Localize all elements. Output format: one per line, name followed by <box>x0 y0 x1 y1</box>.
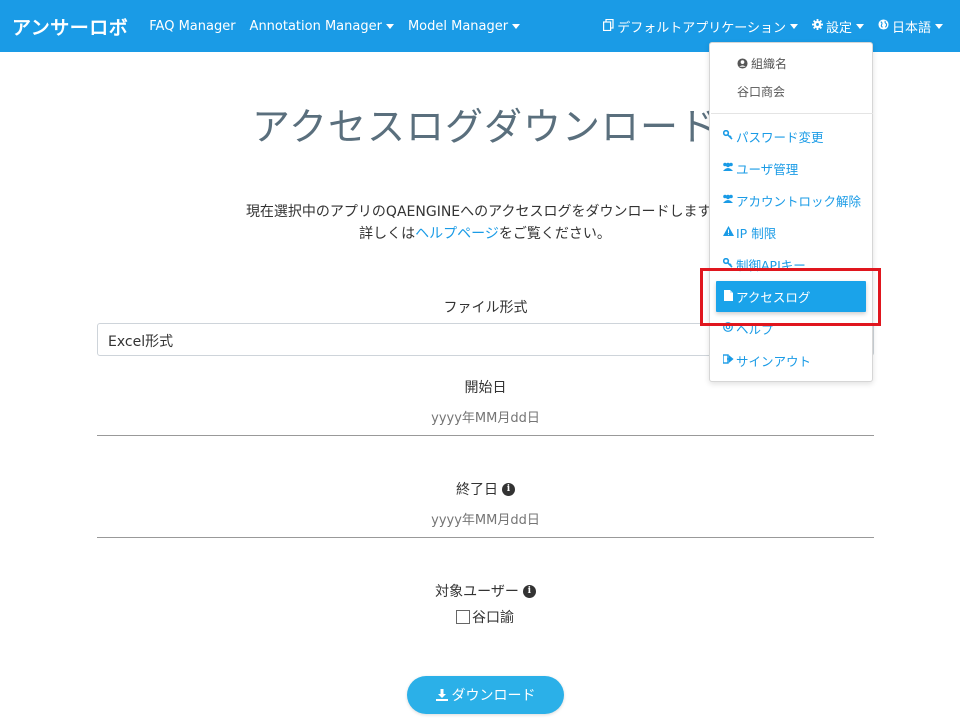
start-date-input[interactable] <box>97 406 874 436</box>
nav-annotation-manager[interactable]: Annotation Manager <box>250 19 394 34</box>
info-icon[interactable]: i <box>522 584 536 598</box>
language-label: 日本語 <box>891 20 931 36</box>
help-page-link[interactable]: ヘルプページ <box>415 226 499 242</box>
globe-icon <box>878 19 889 33</box>
download-icon <box>435 689 448 701</box>
caret-down-icon <box>935 23 943 29</box>
dropdown-divider <box>711 113 873 114</box>
org-name: 谷口商会 <box>737 85 786 99</box>
end-date-label-text: 終了日 <box>456 482 498 498</box>
menu-item-user-management[interactable]: ユーザ管理 <box>722 159 867 178</box>
download-button-label: ダウンロード <box>451 688 536 704</box>
gear-icon <box>811 19 823 33</box>
menu-item-ip-restriction[interactable]: IP 制限 <box>722 223 867 242</box>
settings-menu[interactable]: 設定 <box>811 17 864 36</box>
nav-model-manager[interactable]: Model Manager <box>407 18 521 34</box>
download-button[interactable]: ダウンロード <box>407 676 564 714</box>
settings-dropdown: 組織名 谷口商会 パスワード変更 ユーザ管理 アカウントロック解除 IP 制限 … <box>709 42 873 382</box>
language-menu[interactable]: 日本語 <box>878 17 943 36</box>
end-date-label: 終了日 i <box>97 479 874 499</box>
caret-down-icon <box>855 23 864 29</box>
menu-item-password-change[interactable]: パスワード変更 <box>722 127 867 146</box>
key-icon <box>722 129 734 143</box>
users-icon <box>722 162 734 175</box>
nav-annotation-manager-label: Annotation Manager <box>249 18 382 34</box>
app-selector-label: デフォルトアプリケーション <box>617 20 786 36</box>
user-checkbox[interactable] <box>456 610 470 624</box>
nav-faq-manager[interactable]: FAQ Manager <box>149 19 235 34</box>
caret-down-icon <box>385 23 394 29</box>
brand-logo[interactable]: アンサーロボ <box>12 13 128 40</box>
user-circle-icon <box>737 58 748 69</box>
target-user-label: 対象ユーザー i <box>97 581 874 601</box>
caret-down-icon <box>789 23 798 29</box>
menu-item-label: アカウントロック解除 <box>736 194 862 209</box>
description-prefix: 詳しくは <box>359 226 416 242</box>
info-icon[interactable]: i <box>502 482 515 496</box>
settings-label: 設定 <box>825 20 852 36</box>
warning-icon <box>722 226 734 239</box>
menu-item-label: IP 制限 <box>736 226 777 241</box>
highlight-annotation-box <box>700 268 881 326</box>
target-user-label-text: 対象ユーザー <box>435 584 519 600</box>
org-header: 組織名 <box>710 55 874 72</box>
end-date-input[interactable] <box>97 508 874 538</box>
file-format-label-text: ファイル形式 <box>443 300 528 316</box>
description-suffix: をご覧ください。 <box>498 226 611 242</box>
caret-down-icon <box>512 23 521 29</box>
user-checkbox-row[interactable]: 谷口諭 <box>0 607 960 627</box>
sign-out-icon <box>721 354 734 367</box>
menu-item-label: サインアウト <box>736 354 812 369</box>
menu-item-account-unlock[interactable]: アカウントロック解除 <box>722 191 867 210</box>
user-checkbox-label[interactable]: 谷口諭 <box>472 607 514 627</box>
org-header-label: 組織名 <box>751 57 788 71</box>
nav-model-manager-label: Model Manager <box>407 18 509 34</box>
menu-item-label: パスワード変更 <box>736 130 824 145</box>
users-icon <box>722 194 734 207</box>
copy-icon <box>603 18 614 34</box>
menu-item-label: ユーザ管理 <box>736 162 799 177</box>
app-selector[interactable]: デフォルトアプリケーション <box>603 17 798 36</box>
menu-item-sign-out[interactable]: サインアウト <box>721 351 867 370</box>
start-date-label-text: 開始日 <box>464 380 507 396</box>
nav-faq-manager-label: FAQ Manager <box>149 18 236 34</box>
